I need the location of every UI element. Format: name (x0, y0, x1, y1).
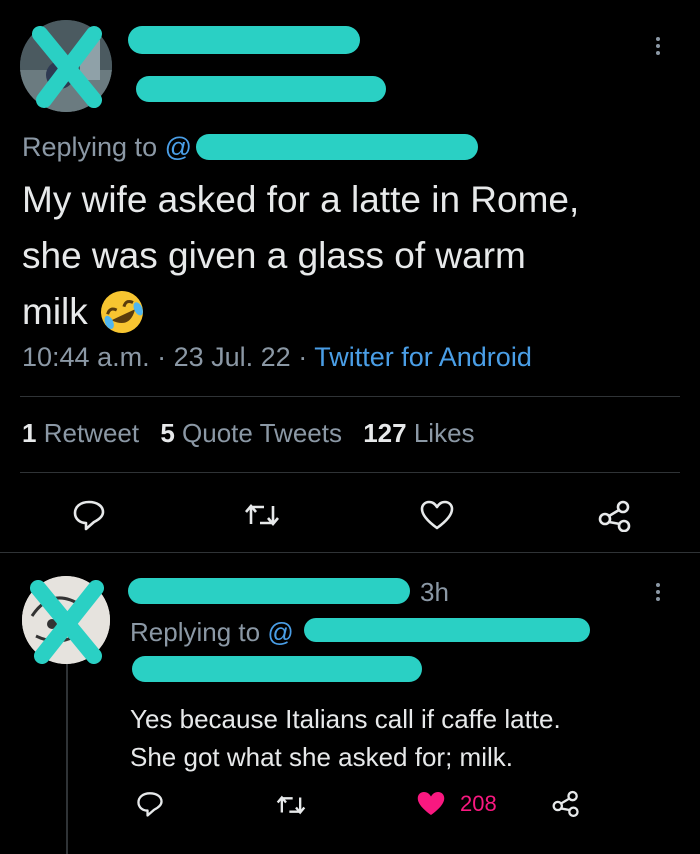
reply-reply-button[interactable] (136, 790, 164, 818)
reply-share-button[interactable] (552, 790, 580, 817)
reply-replying-to-handle[interactable]: @ (267, 617, 293, 647)
tweet-timestamp: 10:44 a.m. · 23 Jul. 22 · Twitter for An… (22, 342, 532, 372)
replying-to-label: Replying to @ (22, 132, 193, 162)
redacted-reply-handle (196, 134, 478, 160)
redaction-x-mark (30, 580, 104, 664)
replying-to-handle[interactable]: @ (165, 132, 192, 162)
tweet-date[interactable]: 23 Jul. 22 (174, 342, 291, 372)
thread-line (66, 664, 68, 854)
reply-tweet-text: Yes because Italians call if caffe latte… (130, 700, 561, 776)
tweet-text: My wife asked for a latte in Rome, she w… (22, 172, 579, 340)
more-options-icon[interactable] (656, 580, 660, 604)
reply-text-line: She got what she asked for; milk. (130, 742, 513, 772)
share-button[interactable] (598, 500, 632, 532)
redaction-x-mark (32, 26, 102, 108)
reply-button[interactable] (72, 498, 106, 532)
share-icon (598, 500, 631, 532)
retweets-stat[interactable]: 1 Retweet (22, 418, 146, 448)
redacted-reply-to-handle (304, 618, 590, 642)
reply-icon (137, 792, 163, 817)
heart-icon (420, 500, 454, 530)
tweet-time[interactable]: 10:44 a.m. (22, 342, 150, 372)
share-icon (552, 790, 579, 817)
redacted-reply-to-handle-2 (132, 656, 422, 682)
tweet-text-line: milk (22, 291, 88, 332)
like-button[interactable] (420, 500, 454, 530)
reply-retweet-button[interactable] (276, 792, 306, 818)
reply-like-count: 208 (460, 790, 497, 816)
reply-replying-to: Replying to @ (130, 617, 294, 647)
redacted-display-name (128, 26, 360, 54)
divider (20, 396, 680, 397)
tweet-text-line: she was given a glass of warm (22, 235, 526, 276)
rolling-laughing-emoji-icon (100, 291, 143, 333)
retweet-icon (245, 503, 279, 527)
retweet-icon (276, 795, 306, 815)
redacted-handle (136, 76, 386, 102)
redacted-reply-author (128, 578, 410, 604)
likes-stat[interactable]: 127 Likes (363, 418, 474, 448)
quote-tweets-stat[interactable]: 5 Quote Tweets (160, 418, 349, 448)
more-options-icon[interactable] (656, 34, 660, 58)
divider (0, 552, 700, 553)
divider (20, 472, 680, 473)
tweet-source-link[interactable]: Twitter for Android (314, 342, 532, 372)
tweet-text-line: My wife asked for a latte in Rome, (22, 179, 580, 220)
reply-like-button[interactable]: 208 (416, 790, 497, 817)
reply-icon (73, 500, 105, 531)
reply-time-ago[interactable]: 3h (420, 577, 449, 608)
reply-text-line: Yes because Italians call if caffe latte… (130, 704, 561, 734)
heart-filled-icon (417, 792, 445, 815)
tweet-stats: 1 Retweet 5 Quote Tweets 127 Likes (22, 418, 475, 449)
retweet-button[interactable] (244, 500, 280, 530)
